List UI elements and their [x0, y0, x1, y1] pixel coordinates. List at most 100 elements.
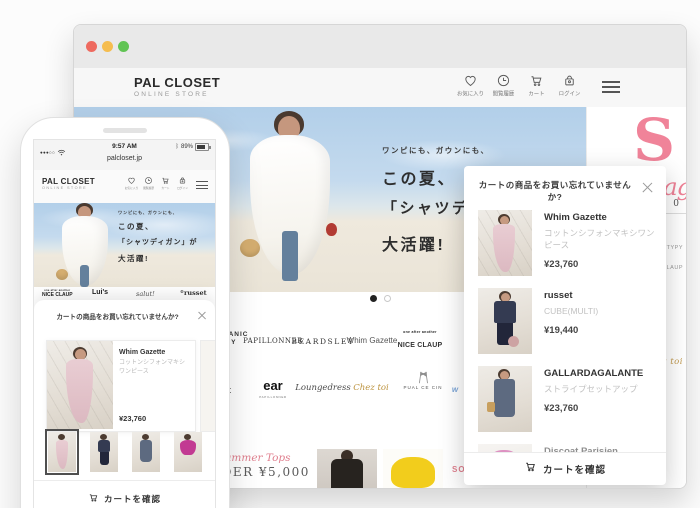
brand-logo-whim-gazette[interactable]: Whim Gazette — [347, 336, 398, 345]
mobile-hero-copy: ワンピにも、ガウンにも、 この夏、 「シャツディガン」が 大活躍! — [118, 210, 198, 264]
mobile-header-nav: お気に入り 閲覧履歴 カート ログイン — [123, 176, 191, 190]
cart-thumbnail[interactable] — [90, 432, 118, 472]
window-minimize-button[interactable] — [102, 41, 113, 52]
bag-icon — [174, 176, 191, 185]
brand-logo-luis[interactable]: Lui's — [92, 289, 108, 296]
flags-icon — [403, 371, 442, 384]
cart-item-name: CUBE(MULTI) — [544, 305, 660, 317]
cart-reminder-popup: カートの商品をお買い忘れていませんか? Whim Gazette コットンシフォ… — [464, 166, 666, 485]
nav-login-label: ログイン — [555, 89, 585, 97]
cart-item-price: ¥23,760 — [544, 403, 656, 414]
nav-favorites[interactable]: お気に入り — [123, 176, 140, 190]
brand-logo-chez-toi[interactable]: Chez toi — [353, 383, 388, 393]
hamburger-icon[interactable] — [602, 81, 620, 93]
hero-model-figure — [234, 111, 344, 292]
site-logo-subtitle: ONLINE STORE — [134, 91, 220, 98]
phone-screen: ●●●○○ 9:57 AM ᛒ 89% palcloset.jp PAL CLO… — [33, 139, 216, 508]
phone-status-bar: ●●●○○ 9:57 AM ᛒ 89% palcloset.jp — [34, 140, 215, 171]
nav-favorites-label: お気に入り — [456, 89, 486, 97]
brand-logo-beardsley[interactable]: BEARDSLEY — [291, 337, 354, 346]
cart-item-row[interactable]: russet CUBE(MULTI) ¥19,440 — [478, 286, 656, 364]
clock-icon — [487, 73, 520, 88]
brand-logo-fragment-w[interactable]: w — [452, 385, 458, 394]
nav-history[interactable]: 閲覧履歴 — [487, 73, 520, 98]
cart-icon — [520, 73, 553, 88]
carousel-dot-active[interactable] — [370, 295, 377, 302]
site-logo-title: PAL CLOSET — [134, 75, 220, 90]
mobile-brand-strip: one after another NICE CLAUP Lui's salut… — [34, 287, 215, 301]
clock-icon — [140, 176, 157, 185]
screenshot-canvas: PAL CLOSET ONLINE STORE お気に入り 閲覧履歴 カート — [0, 0, 700, 508]
phone-speaker — [103, 128, 147, 133]
header-nav: お気に入り 閲覧履歴 カート ログイン — [454, 73, 586, 98]
cart-popup-title: カートの商品をお買い忘れていませんか? — [46, 311, 189, 321]
confirm-cart-button[interactable]: カートを確認 — [464, 452, 666, 485]
bag-icon — [553, 73, 586, 88]
close-icon[interactable] — [198, 311, 206, 319]
mobile-cart-reminder-popup: カートの商品をお買い忘れていませんか? Whim Gazette コットンシフォ… — [34, 300, 215, 508]
nav-cart[interactable]: カート — [157, 176, 174, 190]
next-card-sliver[interactable] — [200, 340, 216, 432]
battery-percentage: 89% — [181, 144, 193, 150]
confirm-cart-label: カートを確認 — [543, 462, 606, 476]
cart-item-name: ストライプセットアップ — [544, 383, 660, 395]
confirm-cart-button[interactable]: カートを確認 — [34, 481, 215, 508]
cart-item-brand: russet — [544, 290, 656, 301]
cart-icon — [524, 460, 537, 478]
cart-item-row[interactable]: GALLARDAGALANTE ストライプセットアップ ¥23,760 — [478, 364, 656, 442]
heart-icon — [123, 176, 140, 185]
cart-item-brand: Whim Gazette — [119, 349, 189, 356]
cart-item-row[interactable]: Whim Gazette コットンシフォンマキシワンピース ¥23,760 — [478, 208, 656, 286]
cart-thumbnail[interactable] — [132, 432, 160, 472]
hero-model-figure — [52, 203, 116, 287]
cart-item-price: ¥23,760 — [544, 259, 656, 270]
nav-cart-label: カート — [522, 89, 552, 97]
nav-login[interactable]: ログイン — [174, 176, 191, 190]
window-close-button[interactable] — [86, 41, 97, 52]
nav-cart[interactable]: カート — [520, 73, 553, 98]
close-icon[interactable] — [642, 181, 653, 192]
confirm-cart-label: カートを確認 — [104, 493, 161, 505]
hero-tagline: ワンピにも、ガウンにも、 — [382, 145, 556, 156]
mobile-site-logo[interactable]: PAL CLOSET ONLINE STORE — [42, 177, 95, 190]
nav-favorites[interactable]: お気に入り — [454, 73, 487, 98]
cart-item-card[interactable]: Whim Gazette コットンシフォンマキシワンピース ¥23,760 — [46, 340, 196, 432]
carousel-dot[interactable] — [384, 295, 391, 302]
cart-item-price: ¥23,760 — [119, 414, 146, 423]
promo-photo-yellow-top[interactable] — [383, 449, 443, 488]
cart-thumbnail[interactable] — [174, 432, 202, 472]
cart-thumbnail-selected[interactable] — [48, 432, 76, 472]
cart-item-price: ¥19,440 — [544, 325, 656, 336]
site-header: PAL CLOSET ONLINE STORE お気に入り 閲覧履歴 カート — [74, 68, 686, 108]
hamburger-icon[interactable] — [196, 181, 208, 190]
brand-logo-salut[interactable]: salut! — [136, 290, 155, 298]
battery-icon — [195, 143, 209, 151]
cart-item-photo — [478, 288, 532, 354]
brand-logo-russet[interactable]: ®russet — [180, 289, 207, 297]
brand-logo-loungedress[interactable]: Loungedress — [295, 383, 350, 393]
cart-item-photo — [478, 366, 532, 432]
window-zoom-button[interactable] — [118, 41, 129, 52]
url-bar[interactable]: palcloset.jp — [34, 155, 215, 162]
cart-item-brand: GALLARDAGALANTE — [544, 368, 656, 379]
brand-logo-ear[interactable]: ear PAPILLONNER — [259, 377, 286, 399]
brand-nice-claup-sub: one after another — [398, 330, 443, 334]
cart-icon — [88, 490, 99, 508]
cart-item-name: コットンシフォンマキシワンピース — [544, 227, 660, 251]
site-logo[interactable]: PAL CLOSET ONLINE STORE — [134, 75, 220, 98]
cart-item-name: コットンシフォンマキシワンピース — [119, 359, 189, 377]
nav-login[interactable]: ログイン — [553, 73, 586, 98]
brand-logo-nice-claup[interactable]: one after another NICE CLAUP — [42, 288, 73, 298]
cart-item-photo — [478, 210, 532, 276]
promo-photo-black-top[interactable] — [317, 449, 377, 488]
brand-logo-nice-claup[interactable]: one after another NICE CLAUP — [398, 330, 443, 352]
brand-ear-sub: PAPILLONNER — [259, 395, 286, 399]
nav-history-label: 閲覧履歴 — [489, 89, 519, 97]
smag-logo-s: S — [633, 111, 675, 169]
cart-popup-title: カートの商品をお買い忘れていませんか? — [478, 179, 632, 203]
mobile-hero-banner[interactable]: ワンピにも、ガウンにも、 この夏、 「シャツディガン」が 大活躍! — [34, 203, 215, 287]
nav-history[interactable]: 閲覧履歴 — [140, 176, 157, 190]
brand-logo-pual-ce-cin[interactable]: PUAL CE CIN — [403, 371, 442, 390]
cart-thumbnail-carousel — [48, 432, 202, 472]
cart-item-brand: Whim Gazette — [544, 212, 656, 223]
